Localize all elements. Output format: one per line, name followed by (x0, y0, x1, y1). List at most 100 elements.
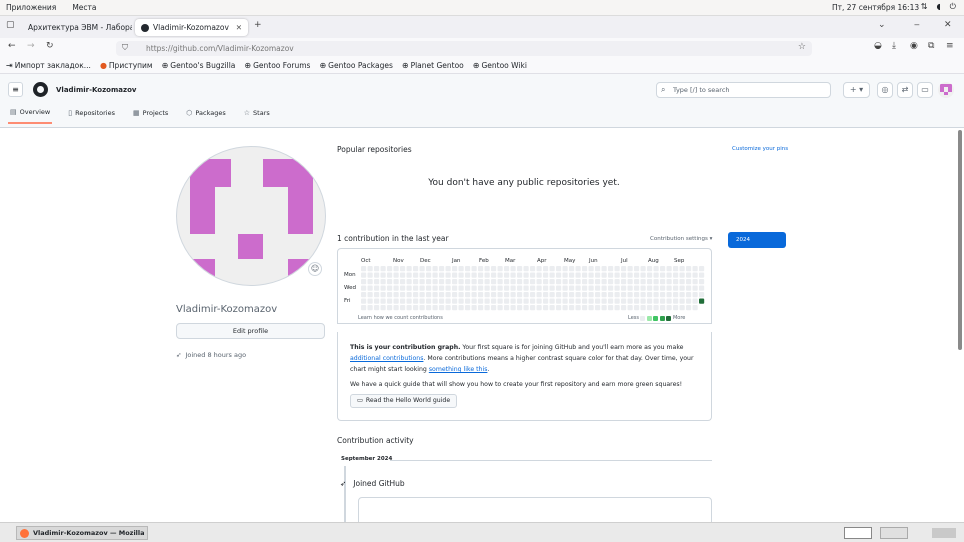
contribution-day[interactable] (556, 285, 562, 291)
contribution-day[interactable] (510, 305, 516, 311)
contribution-day[interactable] (588, 285, 594, 291)
contribution-day[interactable] (419, 298, 425, 304)
contribution-day[interactable] (660, 298, 666, 304)
contribution-day[interactable] (523, 305, 529, 311)
contribution-day[interactable] (452, 279, 458, 285)
contribution-day[interactable] (679, 285, 685, 291)
contribution-day[interactable] (523, 298, 529, 304)
contribution-day[interactable] (686, 285, 692, 291)
inbox-icon[interactable]: ▭ (917, 82, 933, 98)
contribution-day[interactable] (653, 292, 659, 298)
contribution-day[interactable] (692, 279, 698, 285)
contribution-day[interactable] (536, 266, 542, 272)
profile-owner-link[interactable]: Vladimir-Kozomazov (56, 86, 136, 94)
contribution-day[interactable] (543, 305, 549, 311)
contribution-day[interactable] (621, 279, 627, 285)
contribution-day[interactable] (686, 272, 692, 278)
contribution-day[interactable] (588, 279, 594, 285)
contribution-day[interactable] (439, 279, 445, 285)
additional-contributions-link[interactable]: additional contributions (350, 355, 423, 362)
contribution-day[interactable] (575, 285, 581, 291)
contribution-day[interactable] (497, 292, 503, 298)
contribution-day[interactable] (569, 292, 575, 298)
contribution-day[interactable] (478, 292, 484, 298)
contribution-day[interactable] (400, 292, 406, 298)
contribution-day[interactable] (491, 279, 497, 285)
hello-world-guide-button[interactable]: ▭ Read the Hello World guide (350, 394, 458, 408)
contribution-day[interactable] (465, 292, 471, 298)
contribution-day[interactable] (536, 298, 542, 304)
contribution-day[interactable] (530, 272, 536, 278)
contribution-day[interactable] (588, 292, 594, 298)
contribution-day[interactable] (517, 305, 523, 311)
contribution-day[interactable] (361, 272, 367, 278)
contribution-day[interactable] (471, 272, 477, 278)
contribution-day[interactable] (569, 266, 575, 272)
contribution-day[interactable] (497, 285, 503, 291)
contribution-day[interactable] (666, 305, 672, 311)
contribution-day[interactable] (595, 285, 601, 291)
contribution-day[interactable] (673, 272, 679, 278)
contribution-day[interactable] (419, 292, 425, 298)
contribution-day[interactable] (439, 292, 445, 298)
contribution-day[interactable] (517, 279, 523, 285)
contribution-day[interactable] (556, 266, 562, 272)
contribution-day[interactable] (595, 279, 601, 285)
contribution-day[interactable] (439, 305, 445, 311)
contribution-day[interactable] (374, 292, 380, 298)
contribution-day[interactable] (452, 292, 458, 298)
contribution-day[interactable] (406, 305, 412, 311)
contribution-day[interactable] (510, 298, 516, 304)
contribution-day[interactable] (367, 272, 373, 278)
contribution-day[interactable] (608, 272, 614, 278)
contribution-day[interactable] (608, 298, 614, 304)
contribution-day[interactable] (504, 279, 510, 285)
contribution-day[interactable] (432, 285, 438, 291)
contribution-day[interactable] (666, 279, 672, 285)
contribution-day[interactable] (374, 266, 380, 272)
contribution-day-active[interactable] (699, 298, 705, 304)
contribution-day[interactable] (465, 298, 471, 304)
contribution-day[interactable] (361, 305, 367, 311)
contribution-day[interactable] (465, 266, 471, 272)
bookmark-import[interactable]: ⇥ Импорт закладок... (6, 61, 91, 70)
contribution-day[interactable] (640, 272, 646, 278)
contribution-day[interactable] (465, 272, 471, 278)
contribution-day[interactable] (510, 279, 516, 285)
contribution-day[interactable] (582, 279, 588, 285)
contribution-day[interactable] (608, 279, 614, 285)
contribution-day[interactable] (536, 272, 542, 278)
bookmark-gentoo-bugzilla[interactable]: ⊕ Gentoo's Bugzilla (162, 61, 236, 70)
contribution-day[interactable] (380, 279, 386, 285)
contribution-day[interactable] (530, 285, 536, 291)
something-like-this-link[interactable]: something like this (429, 366, 488, 373)
contribution-day[interactable] (380, 305, 386, 311)
extensions-icon[interactable]: ⧉ (928, 41, 934, 51)
downloads-icon[interactable]: ⤓ (892, 41, 896, 51)
pocket-icon[interactable]: ◒ (874, 41, 882, 51)
app-menu-icon[interactable]: ≡ (946, 41, 954, 51)
contribution-day[interactable] (692, 292, 698, 298)
contribution-day[interactable] (699, 292, 705, 298)
taskbar-firefox-window[interactable]: Vladimir-Kozomazov — Mozilla F... (16, 526, 148, 540)
contribution-day[interactable] (413, 272, 419, 278)
contribution-day[interactable] (608, 292, 614, 298)
contribution-day[interactable] (640, 266, 646, 272)
contribution-day[interactable] (627, 305, 633, 311)
contribution-day[interactable] (660, 305, 666, 311)
contribution-day[interactable] (692, 272, 698, 278)
contribution-day[interactable] (380, 292, 386, 298)
hamburger-menu-icon[interactable]: ≡ (8, 82, 23, 97)
contribution-day[interactable] (549, 292, 555, 298)
new-tab-button[interactable]: + (254, 20, 262, 30)
show-desktop-icon[interactable] (932, 528, 956, 538)
contribution-day[interactable] (627, 298, 633, 304)
contribution-day[interactable] (653, 266, 659, 272)
contribution-day[interactable] (445, 305, 451, 311)
contribution-day[interactable] (497, 305, 503, 311)
contribution-day[interactable] (608, 285, 614, 291)
contribution-day[interactable] (666, 272, 672, 278)
contribution-day[interactable] (432, 279, 438, 285)
system-clock[interactable]: Пт, 27 сентября 16:13 (832, 3, 919, 12)
contribution-day[interactable] (439, 285, 445, 291)
